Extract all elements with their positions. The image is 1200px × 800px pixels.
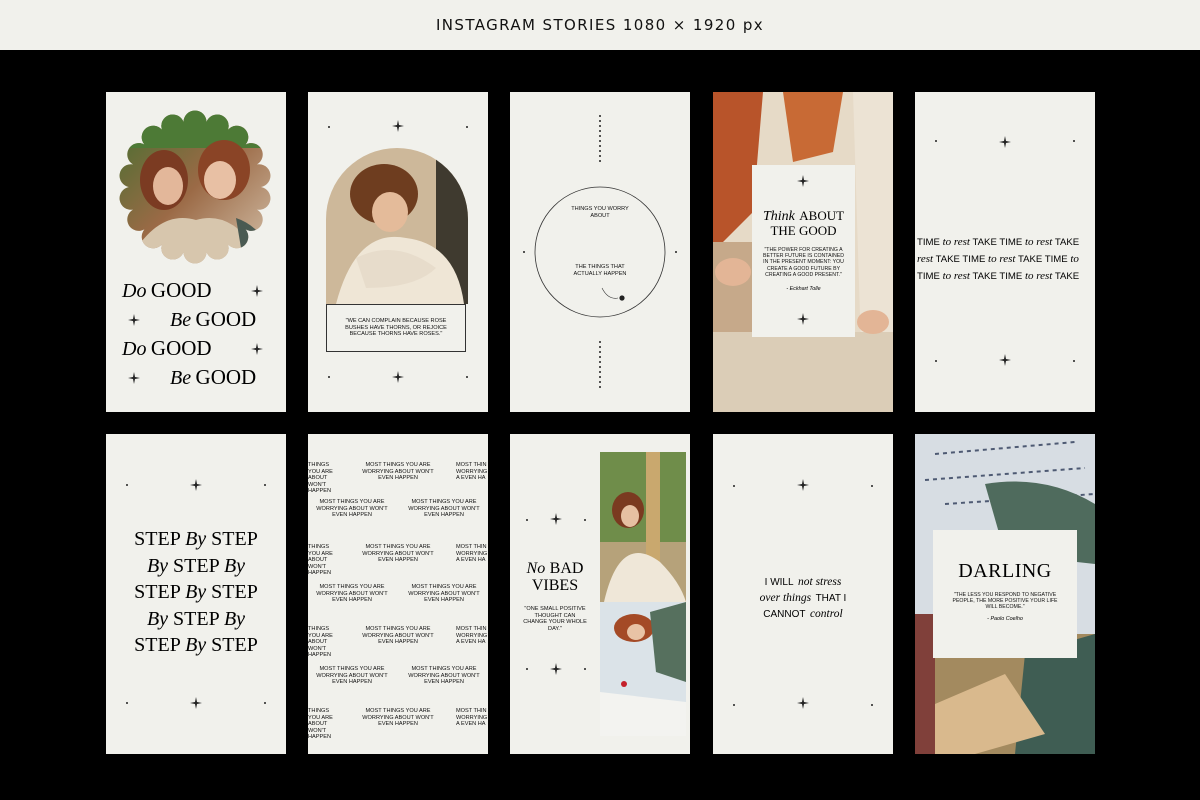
repeat-text: THINGS YOU ARE ABOUT WON'T HAPPEN	[308, 462, 333, 495]
be-good-line-1: Be GOOD	[170, 307, 257, 331]
step-pattern: STEP By STEP By STEP By STEP By STEP By …	[106, 526, 286, 659]
vibes-quote: "ONE SMALL POSITIVE THOUGHT CAN CHANGE Y…	[523, 606, 587, 632]
story-card-most-things[interactable]: THINGS YOU ARE ABOUT WON'T HAPPEN MOST T…	[308, 434, 488, 754]
repeat-text: MOST THIN WORRYING A EVEN HA	[456, 708, 488, 728]
repeat-text: THINGS YOU ARE ABOUT WON'T HAPPEN	[308, 626, 333, 659]
take-time-row: TIME to rest TAKE TIME to rest TAKE	[917, 270, 1080, 282]
rose-quote: "WE CAN COMPLAIN BECAUSE ROSE BUSHES HAV…	[345, 318, 447, 338]
repeat-text: MOST THINGS YOU ARE WORRYING ABOUT WON'T…	[362, 708, 434, 728]
side-photo	[600, 452, 686, 736]
inner-label: THE THINGS THAT ACTUALLY HAPPEN	[573, 264, 627, 277]
repeat-text: MOST THINGS YOU ARE WORRYING ABOUT WON'T…	[408, 584, 480, 604]
sparkle-icon	[190, 697, 202, 709]
story-card-darling[interactable]: DARLING "THE LESS YOU RESPOND TO NEGATIV…	[915, 434, 1095, 754]
repeat-text: MOST THINGS YOU ARE WORRYING ABOUT WON'T…	[362, 626, 434, 646]
repeat-text: MOST THINGS YOU ARE WORRYING ABOUT WON'T…	[362, 462, 434, 482]
not-stress-text: I WILL not stress over things THAT I CAN…	[759, 576, 847, 620]
worry-diagram	[523, 115, 677, 388]
outer-label: THINGS YOU WORRY ABOUT	[571, 206, 629, 219]
think-quote: "THE POWER FOR CREATING A BETTER FUTURE …	[763, 247, 844, 278]
think-title: Think ABOUT THE GOOD	[762, 208, 845, 238]
sparkle-icon	[128, 314, 140, 326]
step-row: STEP By STEP	[134, 528, 258, 550]
sparkle-icon	[550, 663, 562, 675]
story-card-think-good[interactable]: Think ABOUT THE GOOD "THE POWER FOR CREA…	[713, 92, 893, 412]
be-good-line-2: Be GOOD	[170, 365, 257, 389]
step-row: By STEP By	[146, 554, 246, 577]
sparkle-icon	[797, 313, 809, 325]
do-good-line-2: Do GOOD	[122, 336, 212, 360]
repeat-text: MOST THINGS YOU ARE WORRYING ABOUT WON'T…	[316, 499, 388, 519]
story-card-worry-diagram[interactable]: THINGS YOU WORRY ABOUT THE THINGS THAT A…	[510, 92, 690, 412]
sparkle-icon	[797, 479, 809, 491]
repeat-text: MOST THINGS YOU ARE WORRYING ABOUT WON'T…	[408, 499, 480, 519]
story-card-do-good[interactable]: Do GOOD Be GOOD Do GOOD Be GOOD	[106, 92, 286, 412]
repeat-text: MOST THIN WORRYING A EVEN HA	[456, 626, 488, 646]
repeat-text: MOST THIN WORRYING A EVEN HA	[456, 462, 488, 482]
darling-title: DARLING	[958, 560, 1052, 582]
think-author: - Eckhart Tolle	[786, 286, 821, 292]
sparkle-icon	[797, 175, 809, 187]
sparkle-icon	[128, 372, 140, 384]
header-title: INSTAGRAM STORIES 1080 × 1920 px	[435, 16, 765, 34]
sparkle-icon	[392, 371, 404, 383]
repeat-text: MOST THINGS YOU ARE WORRYING ABOUT WON'T…	[362, 544, 434, 564]
sparkle-icon	[797, 697, 809, 709]
sparkle-icon	[251, 343, 263, 355]
sparkle-icon	[999, 354, 1011, 366]
step-row: STEP By STEP	[134, 581, 258, 603]
story-card-take-time[interactable]: TIME to rest TAKE TIME to rest TAKE rest…	[915, 92, 1095, 412]
header-bar: INSTAGRAM STORIES 1080 × 1920 px	[0, 0, 1200, 50]
no-bad-vibes-title: No BAD VIBES	[526, 560, 584, 594]
sparkle-icon	[251, 285, 263, 297]
quote-box: "WE CAN COMPLAIN BECAUSE ROSE BUSHES HAV…	[326, 304, 466, 352]
story-card-step-by-step[interactable]: STEP By STEP By STEP By STEP By STEP By …	[106, 434, 286, 754]
story-card-rose-quote[interactable]: "WE CAN COMPLAIN BECAUSE ROSE BUSHES HAV…	[308, 92, 488, 412]
story-card-no-bad-vibes[interactable]: No BAD VIBES "ONE SMALL POSITIVE THOUGHT…	[510, 434, 690, 754]
repeat-text: THINGS YOU ARE ABOUT WON'T HAPPEN	[308, 544, 333, 577]
take-time-row: TIME to rest TAKE TIME to rest TAKE	[917, 236, 1080, 248]
darling-author: - Paolo Coelho	[987, 616, 1023, 622]
repeat-text: THINGS YOU ARE ABOUT WON'T HAPPEN	[308, 708, 333, 741]
repeat-text: MOST THINGS YOU ARE WORRYING ABOUT WON'T…	[408, 666, 480, 686]
scalloped-photo	[119, 110, 271, 264]
take-time-pattern: TIME to rest TAKE TIME to rest TAKE rest…	[917, 234, 1079, 285]
step-row: STEP By STEP	[134, 634, 258, 656]
take-time-row: rest TAKE TIME to rest TAKE TIME to	[917, 253, 1079, 265]
step-row: By STEP By	[146, 607, 246, 630]
sparkle-icon	[392, 120, 404, 132]
story-card-not-stress[interactable]: I WILL not stress over things THAT I CAN…	[713, 434, 893, 754]
content-panel: DARLING "THE LESS YOU RESPOND TO NEGATIV…	[933, 530, 1077, 658]
repeat-text: MOST THIN WORRYING A EVEN HA	[456, 544, 488, 564]
repeat-text: MOST THINGS YOU ARE WORRYING ABOUT WON'T…	[316, 666, 388, 686]
do-good-line-1: Do GOOD	[122, 278, 212, 302]
content-panel: Think ABOUT THE GOOD "THE POWER FOR CREA…	[752, 165, 855, 337]
sparkle-icon	[999, 136, 1011, 148]
arch-photo	[326, 148, 468, 304]
darling-quote: "THE LESS YOU RESPOND TO NEGATIVE PEOPLE…	[952, 592, 1058, 611]
sparkle-icon	[550, 513, 562, 525]
sparkle-icon	[190, 479, 202, 491]
repeat-text: MOST THINGS YOU ARE WORRYING ABOUT WON'T…	[316, 584, 388, 604]
